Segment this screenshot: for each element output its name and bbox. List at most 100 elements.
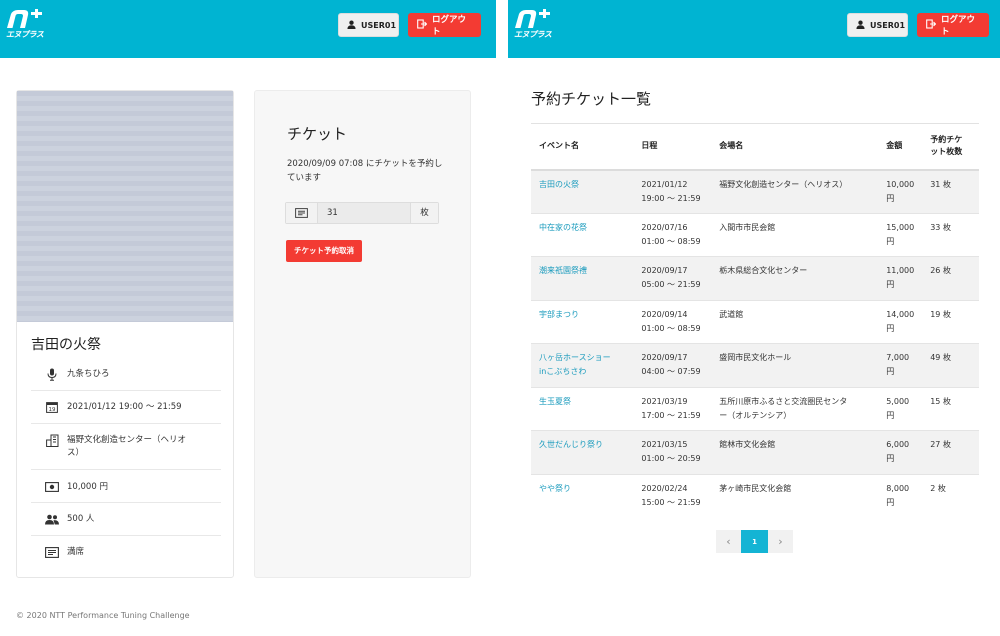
ticket-panel: チケット 2020/09/09 07:08 にチケットを予約し ています 31 … (254, 90, 471, 578)
event-info-list: 九条ちひろ 19 2021/01/12 19:00 〜 21:59 福野文化創造… (31, 358, 221, 569)
logout-label: ログアウト (941, 15, 976, 37)
event-date: 2020/02/24 (641, 483, 688, 493)
event-time: 04:00 〜 07:59 (641, 367, 701, 376)
date-cell: 2020/07/16 01:00 〜 08:59 (633, 212, 712, 257)
user-button[interactable]: USER01 (338, 13, 399, 37)
prev-page-button[interactable]: ‹ (716, 530, 741, 553)
event-name-line-1: やや祭り (539, 483, 571, 493)
event-name-line-1: 中在家の花祭 (539, 222, 587, 232)
event-name-cell: やや祭り (531, 473, 634, 518)
event-name-line-1: 宇部まつり (539, 309, 579, 319)
venue-cell: 武道館 (711, 299, 879, 344)
venue-line-1: 五所川原市ふるさと交流圏民センタ (719, 396, 848, 406)
money-icon (45, 480, 59, 494)
date-cell: 2020/09/17 04:00 〜 07:59 (633, 343, 712, 387)
table-row: 久世だんじり祭り 2021/03/15 01:00 〜 20:59 館林市文化会… (531, 430, 979, 474)
list-icon (45, 545, 59, 559)
panel-divider (496, 0, 508, 636)
pagination: ‹ 1 › (716, 530, 793, 553)
event-name-line-2: inこぶちさわ (539, 367, 587, 376)
ticket-count-cell: 27 枚 (922, 430, 979, 474)
app-header: エヌプラス USER01 ログアウト (508, 0, 1000, 58)
event-venue: 福野文化創造センター（ヘリオ ス） (67, 433, 186, 460)
datetime-row: 19 2021/01/12 19:00 〜 21:59 (31, 391, 221, 424)
price-unit: 円 (886, 497, 895, 507)
price-amount: 7,000 (886, 353, 910, 362)
event-date: 2021/03/19 (641, 396, 688, 406)
ticket-status-line-1: 2020/09/09 07:08 にチケットを予約し (287, 159, 443, 169)
svg-text:19: 19 (49, 407, 56, 413)
event-capacity: 500 人 (67, 514, 95, 524)
event-name-link[interactable]: 潮来祇園祭禮 (539, 266, 587, 275)
event-date: 2020/09/17 (641, 266, 688, 275)
event-name-link[interactable]: 久世だんじり祭り (539, 440, 603, 449)
price-cell: 14,000 円 (878, 299, 923, 344)
event-name-link[interactable]: 吉田の火祭 (539, 180, 579, 189)
ticket-heading: チケット (287, 125, 348, 143)
performer-name: 九条ちひろ (67, 369, 110, 379)
event-datetime: 2021/01/12 19:00 〜 21:59 (67, 402, 182, 412)
price-unit: 円 (886, 236, 895, 246)
event-name-link[interactable]: 宇部まつり (539, 310, 579, 319)
price-cell: 8,000 円 (878, 473, 923, 518)
venue-cell: 入間市市民会館 (711, 212, 879, 257)
event-name-link[interactable]: 八ヶ岳ホースショー inこぶちさわ (539, 353, 611, 376)
logout-button[interactable]: ログアウト (408, 13, 481, 37)
logo-text: エヌプラス (6, 30, 44, 39)
price-amount: 15,000 (886, 222, 915, 232)
price-cell: 7,000 円 (878, 343, 923, 387)
price-cell: 15,000 円 (878, 212, 923, 257)
price-unit: 円 (886, 193, 895, 203)
event-name-cell: 吉田の火祭 (531, 169, 634, 213)
event-date: 2021/03/15 (641, 440, 688, 449)
table-row: 中在家の花祭 2020/07/16 01:00 〜 08:59 入間市市民会館 … (531, 212, 979, 257)
column-header-venue: 会場名 (711, 123, 879, 171)
event-price: 10,000 円 (67, 482, 108, 492)
price-amount: 5,000 (886, 396, 910, 406)
event-name-link[interactable]: 中在家の花祭 (539, 223, 587, 232)
page-1-button[interactable]: 1 (741, 530, 768, 553)
event-date: 2020/09/17 (641, 353, 688, 362)
app-logo[interactable]: エヌプラス (4, 8, 50, 42)
calendar-icon: 19 (45, 400, 59, 414)
event-time: 01:00 〜 20:59 (641, 454, 701, 463)
performer-row: 九条ちひろ (31, 358, 221, 391)
logout-label: ログアウト (432, 15, 467, 37)
event-name-link[interactable]: 生玉夏祭 (539, 397, 571, 406)
event-title: 吉田の火祭 (31, 337, 101, 353)
logout-icon (417, 18, 428, 32)
event-name-link[interactable]: やや祭り (539, 484, 571, 493)
event-name-cell: 生玉夏祭 (531, 386, 634, 431)
event-date: 2020/09/14 (641, 309, 688, 319)
price-row: 10,000 円 (31, 470, 221, 503)
venue-cell: 福野文化創造センター（ヘリオス） (711, 169, 879, 213)
venue-cell: 盛岡市民文化ホール (711, 343, 879, 387)
column-header-ticket-count: 予約チケ ット枚数 (922, 123, 979, 171)
price-unit: 円 (886, 410, 895, 420)
logo-text: エヌプラス (514, 30, 552, 39)
event-name-cell: 中在家の花祭 (531, 212, 634, 257)
next-page-button[interactable]: › (768, 530, 793, 553)
ticket-count-value: 31 (318, 203, 410, 223)
microphone-icon (45, 367, 59, 381)
app-logo[interactable]: エヌプラス (512, 8, 558, 42)
ticket-count-cell: 19 枚 (922, 299, 979, 344)
venue-cell: 五所川原市ふるさと交流圏民センタ ー（オルテンシア） (711, 386, 879, 431)
logout-button[interactable]: ログアウト (917, 13, 989, 37)
user-label: USER01 (361, 20, 397, 30)
event-name-cell: 八ヶ岳ホースショー inこぶちさわ (531, 343, 634, 387)
user-button[interactable]: USER01 (847, 13, 908, 37)
column-header-price: 金額 (878, 123, 923, 171)
venue-line-1: 福野文化創造センター（ヘリオス） (719, 179, 848, 189)
ticket-count-cell: 2 枚 (922, 473, 979, 518)
date-cell: 2020/02/24 15:00 〜 21:59 (633, 473, 712, 518)
ticket-status-text: 2020/09/09 07:08 にチケットを予約し ています (287, 157, 447, 185)
event-time: 01:00 〜 08:59 (641, 323, 701, 333)
event-time: 05:00 〜 21:59 (641, 280, 701, 289)
venue-row: 福野文化創造センター（ヘリオ ス） (31, 424, 221, 470)
ticket-count-cell: 33 枚 (922, 212, 979, 257)
cancel-reservation-button[interactable]: チケット予約取消 (286, 240, 362, 262)
ticket-count-cell: 31 枚 (922, 169, 979, 213)
building-icon (45, 433, 59, 447)
price-cell: 5,000 円 (878, 386, 923, 431)
